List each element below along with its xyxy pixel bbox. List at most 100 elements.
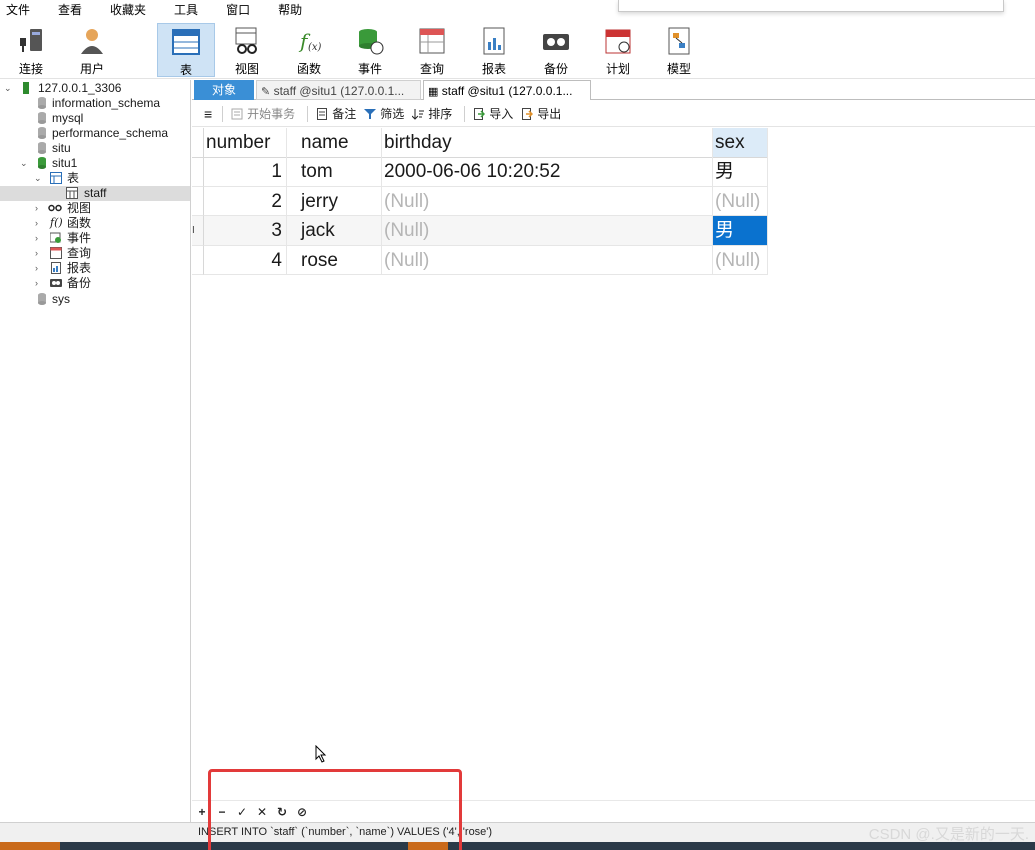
cell-sex[interactable]: 男 xyxy=(713,157,768,187)
chevron-right-icon[interactable]: › xyxy=(35,246,38,261)
cell-birthday[interactable]: (Null) xyxy=(382,216,713,246)
connection-label: 连接 xyxy=(18,62,43,76)
tree-group-views[interactable]: › 视图 xyxy=(0,201,190,216)
menu-tools[interactable]: 工具 xyxy=(174,0,198,21)
chevron-right-icon[interactable]: › xyxy=(35,231,38,246)
tree-db-situ[interactable]: situ xyxy=(0,141,190,156)
taskbar xyxy=(0,842,1035,850)
cell-birthday[interactable]: 2000-06-06 10:20:52 xyxy=(382,157,713,187)
cell-name[interactable]: jerry xyxy=(287,186,382,216)
filter-button[interactable]: 筛选 xyxy=(364,105,404,122)
chevron-down-icon[interactable]: ⌄ xyxy=(4,81,12,96)
menu-favorites[interactable]: 收藏夹 xyxy=(110,0,146,21)
navigator-pane: ⌄ 127.0.0.1_3306 information_schema mysq… xyxy=(0,80,191,822)
model-button[interactable]: 模型 xyxy=(650,23,708,77)
query-icon xyxy=(50,247,62,259)
chevron-right-icon[interactable]: › xyxy=(35,201,38,216)
table-row[interactable]: 4 rose (Null) (Null) xyxy=(192,245,768,275)
user-icon xyxy=(77,26,107,56)
view-icon xyxy=(232,26,262,56)
tree-group-tables[interactable]: ⌄ 表 xyxy=(0,171,190,186)
sort-button[interactable]: 排序 xyxy=(411,105,452,122)
chevron-down-icon[interactable]: ⌄ xyxy=(34,171,42,186)
cell-name[interactable]: rose xyxy=(287,245,382,275)
row-marker[interactable] xyxy=(192,186,204,216)
taskbar-item[interactable] xyxy=(0,842,60,850)
mouse-cursor-icon xyxy=(315,744,327,766)
tree-group-functions[interactable]: › f() 函数 xyxy=(0,216,190,231)
event-icon xyxy=(49,232,62,244)
row-marker[interactable]: I xyxy=(192,216,204,246)
tree-group-events[interactable]: › 事件 xyxy=(0,231,190,246)
report-icon xyxy=(479,26,509,56)
column-header-sex[interactable]: sex xyxy=(713,128,768,158)
cell-birthday[interactable]: (Null) xyxy=(382,186,713,216)
schedule-button[interactable]: 计划 xyxy=(589,23,647,77)
row-marker[interactable] xyxy=(192,157,204,187)
tree-table-staff[interactable]: staff xyxy=(0,186,190,201)
chevron-down-icon[interactable]: ⌄ xyxy=(20,156,28,171)
tree-group-reports[interactable]: › 报表 xyxy=(0,261,190,276)
cell-sex[interactable]: (Null) xyxy=(713,245,768,275)
begin-transaction-button[interactable]: 开始事务 xyxy=(231,105,295,122)
menu-window[interactable]: 窗口 xyxy=(226,0,250,21)
table-row[interactable]: I 3 jack (Null) 男 xyxy=(192,216,768,246)
cell-number[interactable]: 4 xyxy=(204,245,287,275)
chevron-right-icon[interactable]: › xyxy=(35,261,38,276)
function-button[interactable]: f (x) 函数 xyxy=(280,23,338,77)
table-row[interactable]: 2 jerry (Null) (Null) xyxy=(192,186,768,216)
import-button[interactable]: 导入 xyxy=(473,105,513,122)
view-icon xyxy=(48,202,62,214)
tree-db-information-schema[interactable]: information_schema xyxy=(0,96,190,111)
table-button[interactable]: 表 xyxy=(157,23,215,77)
user-button[interactable]: 用户 xyxy=(63,23,121,77)
event-icon xyxy=(355,26,385,56)
database-icon xyxy=(36,293,48,305)
grid-header: number name birthday sex xyxy=(192,128,768,158)
column-header-number[interactable]: number xyxy=(204,128,287,158)
cell-name[interactable]: tom xyxy=(287,157,382,187)
view-button[interactable]: 视图 xyxy=(218,23,276,77)
connection-button[interactable]: 连接 xyxy=(2,23,60,77)
cell-number[interactable]: 1 xyxy=(204,157,287,187)
tab-table-staff[interactable]: ▦ staff @situ1 (127.0.0.1... xyxy=(423,80,591,100)
column-header-name[interactable]: name xyxy=(287,128,382,158)
tree-group-queries[interactable]: › 查询 xyxy=(0,246,190,261)
menu-help[interactable]: 帮助 xyxy=(278,0,302,21)
row-marker[interactable] xyxy=(192,245,204,275)
chevron-right-icon[interactable]: › xyxy=(35,216,38,231)
hamburger-menu-icon[interactable]: ≡ xyxy=(204,106,212,122)
query-button[interactable]: 查询 xyxy=(403,23,461,77)
filter-icon xyxy=(364,108,377,120)
menu-view[interactable]: 查看 xyxy=(58,0,82,21)
tab-objects[interactable]: 对象 xyxy=(194,80,254,100)
tree-db-situ1[interactable]: ⌄ situ1 xyxy=(0,156,190,171)
tree-group-backups[interactable]: › 备份 xyxy=(0,276,190,291)
table-row[interactable]: 1 tom 2000-06-06 10:20:52 男 xyxy=(192,157,768,187)
event-label: 事件 xyxy=(357,62,382,76)
tree-db-sys[interactable]: sys xyxy=(0,292,190,307)
tree-db-performance-schema[interactable]: performance_schema xyxy=(0,126,190,141)
report-button[interactable]: 报表 xyxy=(465,23,523,77)
tab-query-label: staff @situ1 (127.0.0.1... xyxy=(273,84,405,98)
cell-number[interactable]: 2 xyxy=(204,186,287,216)
tree-db-mysql[interactable]: mysql xyxy=(0,111,190,126)
tab-query[interactable]: ✎ staff @situ1 (127.0.0.1... xyxy=(256,80,421,100)
event-button[interactable]: 事件 xyxy=(341,23,399,77)
cell-birthday[interactable]: (Null) xyxy=(382,245,713,275)
menu-file[interactable]: 文件 xyxy=(6,0,30,21)
chevron-right-icon[interactable]: › xyxy=(35,276,38,291)
tab-bar: 对象 ✎ staff @situ1 (127.0.0.1... ▦ staff … xyxy=(192,80,1035,100)
cell-sex-selected[interactable]: 男 xyxy=(713,216,768,246)
column-header-birthday[interactable]: birthday xyxy=(382,128,713,158)
cell-number[interactable]: 3 xyxy=(204,216,287,246)
cell-name[interactable]: jack xyxy=(287,216,382,246)
tree-connection[interactable]: ⌄ 127.0.0.1_3306 xyxy=(0,81,190,96)
tree-group-label: 视图 xyxy=(67,201,92,215)
report-icon xyxy=(50,262,62,274)
schedule-label: 计划 xyxy=(605,62,630,76)
export-button[interactable]: 导出 xyxy=(521,105,561,122)
memo-button[interactable]: 备注 xyxy=(316,105,356,122)
cell-sex[interactable]: (Null) xyxy=(713,186,768,216)
backup-button[interactable]: 备份 xyxy=(527,23,585,77)
